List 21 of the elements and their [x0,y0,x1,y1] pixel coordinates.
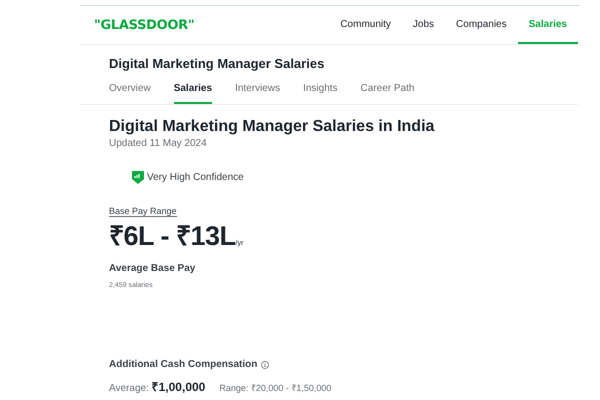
section-title: Additional Cash Compensation [109,359,258,370]
info-icon[interactable] [261,360,270,368]
glassdoor-logo[interactable]: "GLASSDOOR" [94,18,194,32]
nav-link[interactable]: Companies [445,6,518,44]
page-title: Digital Marketing Manager Salaries [109,56,326,71]
updated-date: Updated 11 May 2024 [109,138,208,149]
confidence-label: Very High Confidence [147,172,244,183]
shield-chart-icon [132,171,144,184]
tab[interactable]: Overview [109,79,151,104]
average-compensation: Average: ₹1,00,000 [109,379,206,395]
heading: Digital Marketing Manager Salaries in India [109,118,436,136]
compensation-range: Range: ₹20,000 - ₹1,50,000 [219,382,332,394]
nav-link[interactable]: Jobs [402,6,446,44]
nav-link[interactable]: Community [329,6,402,44]
nav-link[interactable]: Salaries [518,6,578,44]
average-base-pay-label: Average Base Pay [109,263,196,274]
tab[interactable]: Interviews [235,79,280,104]
tab[interactable]: Insights [303,79,338,104]
tab[interactable]: Salaries [174,79,212,104]
base-pay-label[interactable]: Base Pay Range [109,206,177,217]
tab[interactable]: Career Path [360,79,414,104]
